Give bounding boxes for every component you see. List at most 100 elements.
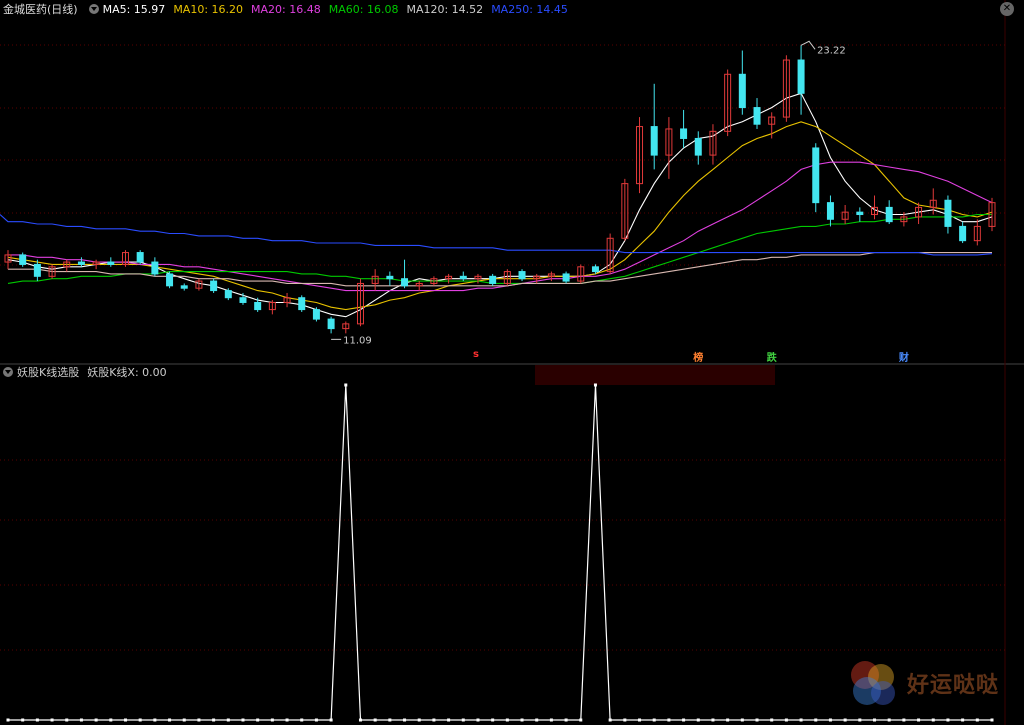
candle-11	[166, 271, 174, 289]
candle-body	[19, 254, 27, 265]
candle-body	[591, 266, 599, 273]
indicator-point-57	[843, 718, 847, 722]
indicator-point-26	[388, 718, 392, 722]
candle-35	[518, 269, 526, 282]
indicator-point-27	[403, 718, 407, 722]
candle-9	[136, 250, 144, 265]
candle-body	[33, 263, 41, 277]
high-label: 23.22	[817, 45, 846, 56]
candle-31	[459, 271, 467, 282]
candle-60	[885, 200, 893, 225]
candle-53	[782, 55, 790, 122]
indicator-value: 妖股K线X: 0.00	[87, 366, 167, 379]
candle-5	[77, 257, 85, 267]
main-chart-legend: 金城医药(日线) MA5: 15.97 MA10: 16.20 MA20: 16…	[0, 0, 576, 18]
indicator-point-4	[65, 718, 69, 722]
candle-45	[665, 117, 673, 179]
indicator-point-63	[931, 718, 935, 722]
event-badge-2[interactable]: 跌	[767, 349, 777, 364]
indicator-point-45	[667, 718, 671, 722]
highlight-band	[535, 365, 775, 385]
candle-19	[283, 292, 291, 308]
indicator-point-55	[814, 718, 818, 722]
candle-body	[107, 261, 115, 265]
candle-body	[239, 297, 247, 303]
indicator-name: 妖股K线选股	[17, 366, 80, 379]
candle-42	[621, 178, 629, 241]
indicator-point-60	[887, 718, 891, 722]
indicator-point-44	[652, 718, 656, 722]
indicator-point-16	[241, 718, 245, 722]
indicator-point-1	[21, 718, 25, 722]
close-icon[interactable]: ✕	[1000, 2, 1014, 16]
candle-44	[650, 83, 658, 170]
candle-65	[959, 221, 967, 244]
candle-12	[180, 283, 188, 291]
low-label: 11.09	[343, 335, 372, 346]
ma120-label: MA120: 14.52	[406, 2, 484, 16]
indicator-point-12	[182, 718, 186, 722]
event-badge-0[interactable]: s	[473, 349, 479, 360]
candle-58	[856, 207, 864, 222]
indicator-point-15	[226, 718, 230, 722]
candle-55	[812, 143, 820, 213]
candle-body	[180, 285, 188, 289]
indicator-point-65	[961, 718, 965, 722]
candle-body	[694, 137, 702, 156]
candle-27	[401, 259, 409, 289]
candle-8	[121, 250, 129, 267]
indicator-point-59	[873, 718, 877, 722]
candle-body	[298, 297, 306, 311]
indicator-point-28	[417, 718, 421, 722]
candle-body	[386, 275, 394, 280]
candle-22	[327, 316, 335, 334]
candle-18	[268, 300, 276, 315]
ma250-line	[0, 214, 993, 256]
candle-50	[738, 50, 746, 115]
candle-64	[944, 195, 952, 234]
indicator-point-41	[608, 718, 612, 722]
candle-14	[210, 278, 218, 293]
candle-36	[533, 273, 541, 284]
indicator-legend: 妖股K线选股 妖股K线X: 0.00	[0, 363, 175, 381]
candle-body	[738, 73, 746, 109]
indicator-point-2	[35, 718, 39, 722]
collapse-icon[interactable]	[88, 4, 99, 14]
candle-57	[841, 205, 849, 225]
indicator-point-36	[535, 718, 539, 722]
indicator-point-23	[344, 383, 348, 387]
indicator-point-14	[212, 718, 216, 722]
candle-56	[826, 195, 834, 227]
collapse-icon[interactable]	[3, 367, 13, 377]
indicator-point-6	[94, 718, 98, 722]
indicator-point-51	[755, 718, 759, 722]
indicator-point-52	[770, 718, 774, 722]
indicator-point-18	[270, 718, 274, 722]
indicator-point-11	[168, 718, 172, 722]
candle-1	[19, 252, 27, 267]
candle-39	[577, 264, 585, 284]
indicator-point-38	[564, 718, 568, 722]
candle-33	[489, 273, 497, 286]
indicator-point-24	[358, 718, 362, 722]
ma250-label: MA250: 14.45	[491, 2, 568, 16]
ma60-label: MA60: 16.08	[328, 2, 399, 16]
indicator-point-29	[432, 718, 436, 722]
indicator-point-39	[579, 718, 583, 722]
candle-43	[636, 117, 644, 194]
event-badge-1[interactable]: 榜	[693, 349, 703, 364]
candle-26	[386, 271, 394, 286]
candle-body	[210, 280, 218, 292]
indicator-point-9	[138, 718, 142, 722]
indicator-point-48	[711, 718, 715, 722]
indicator-point-49	[726, 718, 730, 722]
indicator-point-20	[300, 718, 304, 722]
candle-body	[959, 225, 967, 242]
candle-38	[562, 271, 570, 284]
candle-body	[254, 301, 262, 311]
candle-13	[195, 278, 203, 291]
watermark: 好运哒哒	[845, 655, 1015, 710]
event-badge-3[interactable]: 财	[899, 349, 909, 364]
indicator-point-22	[329, 718, 333, 722]
indicator-point-56	[828, 718, 832, 722]
